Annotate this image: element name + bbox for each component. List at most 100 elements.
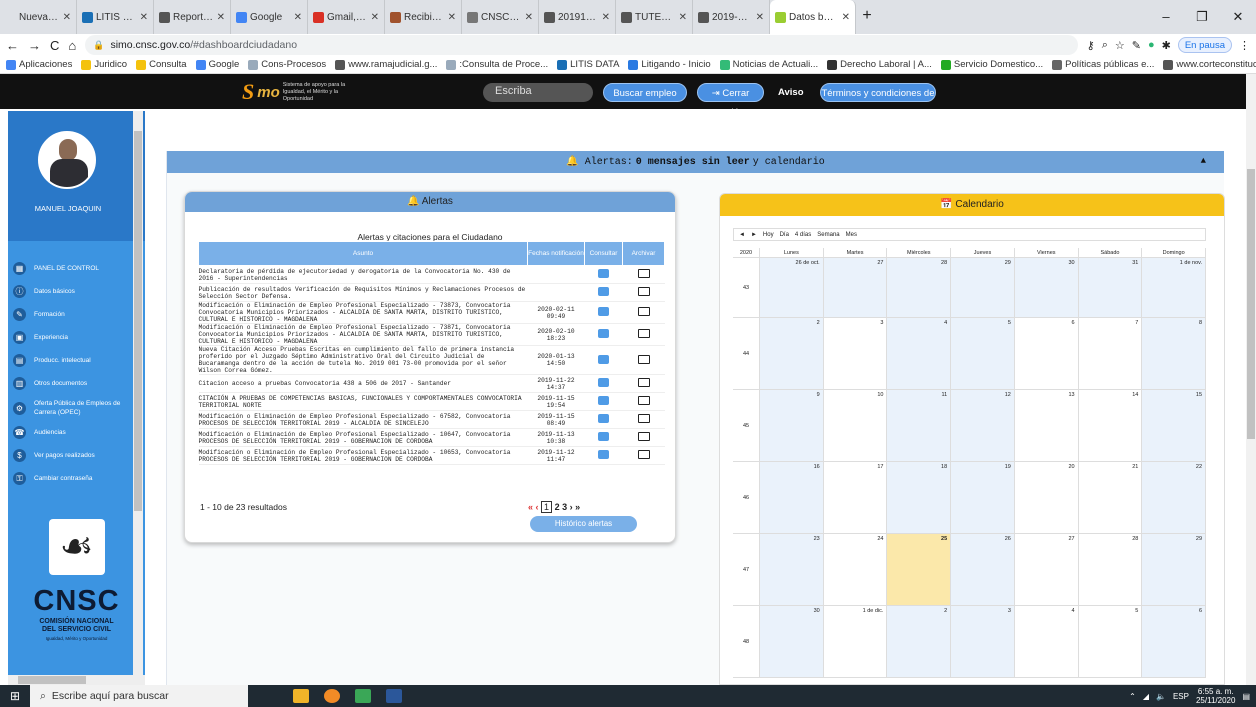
calendar-day-cell[interactable]: 1 de dic. [823, 606, 888, 677]
back-icon[interactable]: ← [6, 38, 19, 53]
calendar-day-cell[interactable]: 30 [1014, 258, 1079, 317]
notifications-icon[interactable]: ▤ [1242, 692, 1250, 701]
calendar-day-cell[interactable]: 26 [951, 534, 1015, 605]
last-page-button[interactable]: » [575, 502, 580, 512]
close-window-button[interactable]: ✕ [1220, 0, 1256, 34]
sidebar-item[interactable]: $ Ver pagos realizados [8, 444, 145, 467]
envelope-icon[interactable] [598, 354, 609, 364]
home-icon[interactable]: ⌂ [68, 38, 76, 53]
envelope-icon[interactable] [598, 396, 609, 405]
bookmark-item[interactable]: www.corteconstituc... [1163, 59, 1256, 70]
calendar-day-cell[interactable]: 16 [760, 462, 824, 533]
bookmark-item[interactable]: Cons-Procesos [248, 59, 326, 70]
calendar-day-cell[interactable]: 4 [1014, 606, 1079, 677]
pen-icon[interactable]: ✎ [1132, 39, 1141, 52]
sidebar-item[interactable]: ▦ PANEL DE CONTROL [8, 257, 145, 280]
calendar-day-cell[interactable]: 23 [760, 534, 824, 605]
sidebar-hscrollbar[interactable] [8, 675, 145, 685]
browser-tab[interactable]: Gmail, el correo✕ [308, 0, 385, 34]
folder-icon[interactable] [637, 354, 650, 364]
envelope-icon[interactable] [598, 378, 609, 387]
col-fecha[interactable]: Fechas notificación [527, 241, 585, 266]
page-3-button[interactable]: 3 [562, 502, 567, 512]
col-asunto[interactable]: Asunto [198, 241, 528, 266]
calendar-day-cell[interactable]: 2 [887, 606, 952, 677]
calendar-day-cell[interactable]: 28 [1078, 534, 1143, 605]
tab-close-icon[interactable]: ✕ [842, 12, 850, 23]
calendar-day-cell[interactable]: 26 de oct. [760, 258, 824, 317]
sidebar-item[interactable]: ⓘ Datos básicos [8, 280, 145, 303]
volume-icon[interactable]: 🔈 [1156, 692, 1166, 701]
word-icon[interactable] [386, 689, 402, 703]
calendar-day-cell[interactable]: 29 [951, 258, 1015, 317]
collapse-icon[interactable]: ▲ [1201, 156, 1206, 166]
calendar-day-cell[interactable]: 27 [823, 258, 888, 317]
calendar-day-cell[interactable]: 2 [760, 318, 824, 389]
envelope-icon[interactable] [598, 414, 609, 423]
calendar-day-cell[interactable]: 6 [1142, 606, 1207, 677]
calendar-toolbar-button[interactable]: ► [751, 232, 757, 238]
folder-icon[interactable] [637, 287, 650, 296]
folder-icon[interactable] [637, 432, 650, 441]
buscar-empleo-button[interactable]: Buscar empleo [603, 83, 687, 102]
bookmark-item[interactable]: LITIS DATA [557, 59, 619, 70]
bookmark-item[interactable]: Juridico [81, 59, 127, 70]
paused-profile-button[interactable]: En pausa [1177, 37, 1232, 53]
bookmark-item[interactable]: Google [195, 59, 239, 70]
tray-up-icon[interactable]: ⌃ [1129, 692, 1136, 701]
sidebar-item[interactable]: ▣ Experiencia [8, 326, 145, 349]
tab-close-icon[interactable]: ✕ [602, 12, 610, 23]
sidebar-hscrollbar-thumb[interactable] [18, 676, 86, 684]
sidebar-item[interactable]: ⚙ Oferta Pública de Empleos de Carrera (O… [8, 395, 145, 421]
sidebar-item[interactable]: ✎ Formación [8, 303, 145, 326]
browser-tab[interactable]: 2019100000863✕ [539, 0, 616, 34]
page-scrollbar-thumb[interactable] [1247, 169, 1255, 439]
calendar-day-cell[interactable]: 30 [760, 606, 824, 677]
calendar-day-cell[interactable]: 19 [951, 462, 1015, 533]
browser-tab[interactable]: LITIS DATA - El p✕ [77, 0, 154, 34]
clock[interactable]: 6:55 a. m. 25/11/2020 [1196, 687, 1235, 705]
folder-icon[interactable] [637, 414, 650, 423]
taskbar-search-input[interactable]: ⌕ Escribe aquí para buscar [30, 685, 248, 707]
envelope-icon[interactable] [598, 287, 609, 296]
sidebar-scrollbar[interactable] [133, 111, 143, 686]
extension-icon[interactable]: ● [1148, 39, 1155, 51]
envelope-icon[interactable] [598, 329, 609, 338]
calendar-day-cell[interactable]: 20 [1014, 462, 1079, 533]
browser-tab[interactable]: TUTELAFABIAN✕ [616, 0, 693, 34]
network-icon[interactable]: ◢ [1143, 692, 1149, 701]
puzzle-icon[interactable]: ✱ [1162, 39, 1171, 52]
calendar-day-cell[interactable]: 1 de nov. [1142, 258, 1207, 317]
calendar-day-cell[interactable]: 11 [887, 390, 952, 461]
key-icon[interactable]: ⚷ [1087, 39, 1095, 52]
bookmark-item[interactable]: :Consulta de Proce... [446, 59, 548, 70]
url-field[interactable]: 🔒 simo.cnsc.gov.co/#dashboardciudadano [85, 35, 1078, 55]
calendar-day-cell[interactable]: 18 [887, 462, 952, 533]
zoom-icon[interactable]: ⌕ [1102, 39, 1108, 52]
calendar-day-cell[interactable]: 3 [951, 606, 1015, 677]
folder-icon[interactable] [637, 307, 650, 316]
calendar-day-cell[interactable]: 9 [760, 390, 824, 461]
calendar-day-cell[interactable]: 22 [1142, 462, 1207, 533]
bookmark-item[interactable]: Servicio Domestico... [940, 59, 1043, 70]
calendar-toolbar-button[interactable]: Mes [846, 232, 857, 238]
calendar-day-cell[interactable]: 5 [951, 318, 1015, 389]
calendar-toolbar-button[interactable]: 4 días [795, 232, 811, 238]
calendar-toolbar-button[interactable]: Semana [817, 232, 839, 238]
bookmark-item[interactable]: Consulta [136, 59, 187, 70]
tab-close-icon[interactable]: ✕ [756, 12, 764, 23]
prev-page-button[interactable]: ‹ [536, 502, 539, 512]
tab-close-icon[interactable]: ✕ [679, 12, 687, 23]
sidebar-item[interactable]: ▤ Producc. intelectual [8, 349, 145, 372]
calendar-day-cell[interactable]: 31 [1078, 258, 1143, 317]
calendar-day-cell[interactable]: 8 [1142, 318, 1207, 389]
calendar-day-cell[interactable]: 24 [823, 534, 888, 605]
browser-tab[interactable]: Reporte persona✕ [154, 0, 231, 34]
calendar-day-cell[interactable]: 3 [823, 318, 888, 389]
simo-logo[interactable]: Smo Sistema de apoyo para la Igualdad, e… [242, 79, 358, 105]
sidebar-item[interactable]: ⚿ Cambiar contraseña [8, 467, 145, 490]
calendar-day-cell[interactable]: 28 [887, 258, 952, 317]
calendar-day-cell[interactable]: 21 [1078, 462, 1143, 533]
reload-icon[interactable]: C [50, 38, 59, 53]
tab-close-icon[interactable]: ✕ [371, 12, 379, 23]
